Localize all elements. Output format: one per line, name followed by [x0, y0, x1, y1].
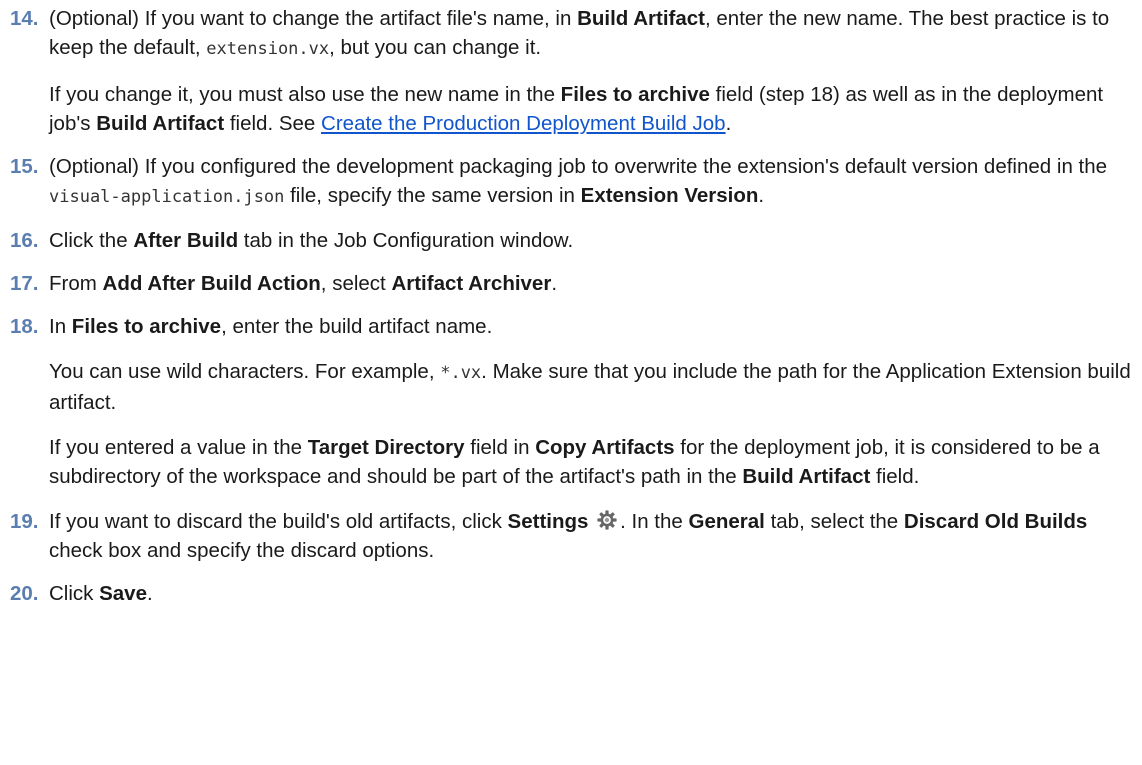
- step-text: From Add After Build Action, select Arti…: [49, 272, 558, 295]
- step-18: 18. In Files to archive, enter the build…: [0, 312, 1142, 491]
- ui-term: Files to archive: [71, 315, 222, 338]
- code-literal: *.vx: [440, 363, 482, 383]
- procedure-steps: 14. (Optional) If you want to change the…: [0, 0, 1142, 608]
- step-number: 15.: [10, 155, 39, 178]
- step-number: 16.: [10, 229, 39, 252]
- step-text: (Optional) If you configured the develop…: [49, 155, 1108, 207]
- step-note: If you change it, you must also use the …: [49, 83, 1104, 135]
- gear-icon: [597, 510, 617, 530]
- ui-term: Add After Build Action: [102, 272, 321, 295]
- ui-term: General: [688, 510, 765, 533]
- ui-term: Artifact Archiver: [391, 272, 552, 295]
- step-number: 17.: [10, 272, 39, 295]
- code-literal: visual-application.json: [49, 187, 285, 207]
- step-text: If you want to discard the build's old a…: [49, 510, 1088, 562]
- step-note: If you entered a value in the Target Dir…: [49, 436, 1100, 488]
- ui-term: Build Artifact: [96, 112, 225, 135]
- step-text: Click the After Build tab in the Job Con…: [49, 229, 574, 252]
- ui-term: Target Directory: [307, 436, 465, 459]
- step-number: 18.: [10, 315, 39, 338]
- step-16: 16. Click the After Build tab in the Job…: [0, 226, 1142, 255]
- ui-term: Extension Version: [580, 184, 759, 207]
- ui-term: Build Artifact: [742, 465, 871, 488]
- step-text: Click Save.: [49, 582, 153, 605]
- ui-term: Save: [99, 582, 147, 605]
- step-15: 15. (Optional) If you configured the dev…: [0, 152, 1142, 212]
- step-17: 17. From Add After Build Action, select …: [0, 269, 1142, 298]
- ui-term: Discard Old Builds: [903, 510, 1088, 533]
- step-text: (Optional) If you want to change the art…: [49, 7, 1110, 59]
- step-14: 14. (Optional) If you want to change the…: [0, 4, 1142, 138]
- step-note: You can use wild characters. For example…: [49, 360, 1131, 414]
- step-text: In Files to archive, enter the build art…: [49, 315, 493, 338]
- production-deployment-link[interactable]: Create the Production Deployment Build J…: [321, 112, 726, 135]
- step-number: 20.: [10, 582, 39, 605]
- code-literal: extension.vx: [206, 39, 330, 59]
- ui-term: Copy Artifacts: [535, 436, 675, 459]
- step-number: 19.: [10, 510, 39, 533]
- ui-term: Build Artifact: [577, 7, 706, 30]
- step-20: 20. Click Save.: [0, 579, 1142, 608]
- step-number: 14.: [10, 7, 39, 30]
- ui-term: Files to archive: [560, 83, 710, 106]
- step-19: 19. If you want to discard the build's o…: [0, 507, 1142, 565]
- ui-term: Settings: [507, 510, 589, 533]
- ui-term: After Build: [133, 229, 239, 252]
